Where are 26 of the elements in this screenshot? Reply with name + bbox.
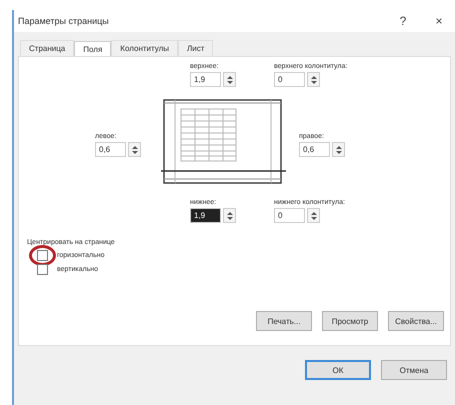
checkbox[interactable] (37, 264, 48, 275)
tab[interactable]: Лист (178, 40, 214, 56)
number-field[interactable]: 0 (274, 208, 305, 223)
tab[interactable]: Страница (20, 40, 74, 56)
number-field[interactable]: 0,6 (299, 142, 330, 157)
number-field[interactable]: 1,9 (190, 208, 221, 223)
checkbox[interactable] (37, 250, 48, 261)
dialog-button[interactable]: ОК (305, 360, 371, 380)
spin-arrows-icon[interactable] (307, 72, 320, 87)
tab[interactable]: Поля (74, 41, 112, 57)
help-button[interactable]: ? (385, 14, 421, 28)
number-field[interactable]: 0,6 (95, 142, 126, 157)
window-title: Параметры страницы (18, 16, 110, 26)
tab[interactable]: Колонтитулы (111, 40, 178, 56)
number-field[interactable]: 0 (274, 72, 305, 87)
spin-arrows-icon[interactable] (332, 142, 345, 157)
number-field[interactable]: 1,9 (190, 72, 221, 87)
dialog-button[interactable]: Просмотр (322, 311, 378, 331)
dialog-button[interactable]: Печать... (256, 311, 312, 331)
dialog-button[interactable]: Отмена (381, 360, 447, 380)
dialog-button[interactable]: Свойства... (388, 311, 444, 331)
close-button[interactable]: × (421, 14, 455, 28)
spin-arrows-icon[interactable] (307, 208, 320, 223)
spin-arrows-icon[interactable] (223, 72, 236, 87)
spin-arrows-icon[interactable] (223, 208, 236, 223)
spin-arrows-icon[interactable] (128, 142, 141, 157)
